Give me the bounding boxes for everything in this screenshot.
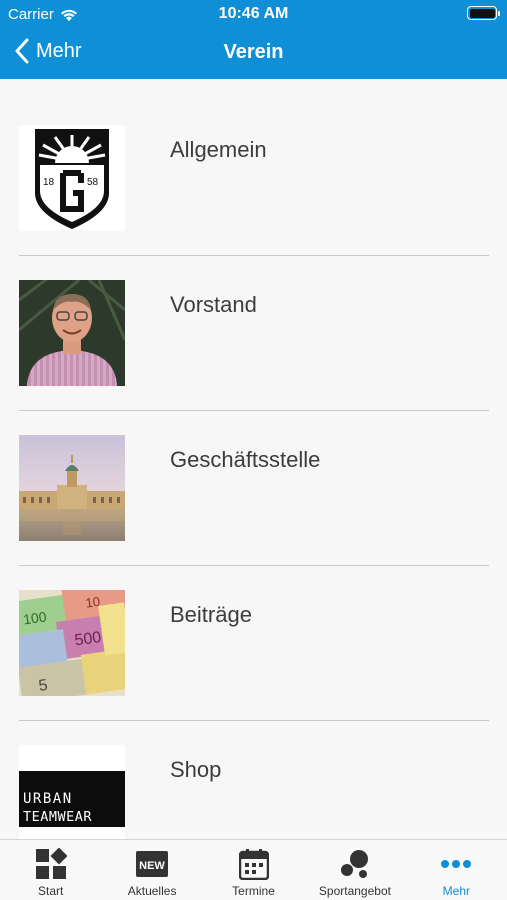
more-dots-icon — [439, 848, 473, 880]
logo-line-2: TEAMWEAR — [23, 809, 92, 825]
tab-sportangebot[interactable]: Sportangebot — [304, 840, 405, 900]
tab-label: Aktuelles — [127, 884, 177, 898]
svg-text:100: 100 — [22, 608, 48, 627]
list-item-label: Shop — [170, 757, 222, 782]
club-crest-icon: 18 58 — [19, 125, 125, 231]
list-item-allgemein[interactable]: 18 58 Allgemein — [0, 79, 507, 234]
palace-photo-icon — [19, 435, 125, 541]
tab-termine[interactable]: Termine — [203, 840, 304, 900]
tab-aktuelles[interactable]: NEW Aktuelles — [101, 840, 202, 900]
person-photo-icon — [19, 280, 125, 386]
sports-icon — [338, 848, 372, 880]
tab-bar: Start NEW Aktuelles Termine Sportangebot… — [0, 839, 507, 900]
list-item-geschaeftsstelle[interactable]: Geschäftsstelle — [0, 389, 507, 544]
list-item-beitraege[interactable]: 100 10 500 5 Beiträge — [0, 544, 507, 699]
tab-label: Mehr — [442, 884, 470, 898]
page-title: Verein — [223, 41, 284, 63]
battery-icon — [467, 6, 500, 20]
tab-label: Sportangebot — [318, 884, 391, 898]
tab-start[interactable]: Start — [0, 840, 101, 900]
logo-line-1: URBAN — [23, 791, 73, 807]
list-item-label: Allgemein — [170, 137, 267, 162]
calendar-icon — [237, 848, 271, 880]
status-bar: Carrier 10:46 AM — [0, 0, 507, 28]
banknotes-photo-icon: 100 10 500 5 — [19, 590, 125, 696]
tab-mehr[interactable]: Mehr — [406, 840, 507, 900]
navigation-bar: Mehr Verein — [0, 28, 507, 79]
header-bar: Carrier 10:46 AM Mehr Verein — [0, 0, 507, 79]
list-item-vorstand[interactable]: Vorstand — [0, 234, 507, 389]
status-time: 10:46 AM — [218, 5, 289, 22]
list-item-shop[interactable]: URBAN TEAMWEAR Shop — [0, 699, 507, 839]
list-item-label: Geschäftsstelle — [170, 447, 321, 472]
news-icon: NEW — [135, 848, 169, 880]
tab-label: Start — [38, 884, 64, 898]
list-item-label: Beiträge — [170, 602, 252, 627]
tab-label: Termine — [232, 884, 275, 898]
dashboard-icon — [34, 848, 68, 880]
news-badge-text: NEW — [139, 860, 165, 872]
list-item-label: Vorstand — [170, 292, 257, 317]
brand-logo-icon: URBAN TEAMWEAR — [19, 745, 125, 839]
club-menu-list: 18 58 Allgemein Vorstand Geschäftsstelle… — [0, 79, 507, 839]
crest-year-left: 18 — [43, 177, 55, 188]
crest-year-right: 58 — [87, 177, 99, 188]
